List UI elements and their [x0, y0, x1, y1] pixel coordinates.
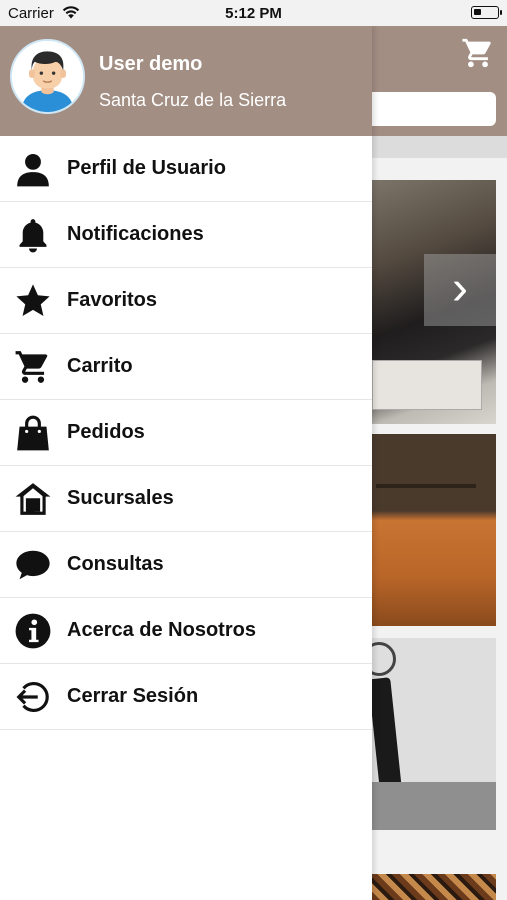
battery-icon [471, 6, 502, 19]
menu-item-cerrar-sesion[interactable]: Cerrar Sesión [0, 664, 372, 730]
store-house-icon [13, 479, 53, 519]
menu-item-label: Perfil de Usuario [67, 157, 226, 179]
menu-item-label: Cerrar Sesión [67, 685, 199, 707]
star-icon [13, 281, 53, 321]
status-bar: Carrier 5:12 PM [0, 0, 507, 26]
shopping-bag-icon [13, 413, 53, 453]
bell-icon [13, 215, 53, 255]
product-image[interactable]: › [372, 180, 496, 424]
user-city: Santa Cruz de la Sierra [99, 90, 287, 110]
menu-item-label: Sucursales [67, 487, 174, 509]
clock-time: 5:12 PM [225, 5, 282, 22]
avatar-person-icon [12, 41, 83, 112]
menu-item-label: Carrito [67, 355, 133, 377]
chat-bubble-icon [13, 545, 53, 585]
product-image[interactable] [372, 874, 496, 900]
section-divider [372, 136, 507, 158]
menu-item-label: Acerca de Nosotros [67, 619, 256, 641]
navigation-drawer: User demo Santa Cruz de la Sierra Perfil… [0, 26, 372, 900]
menu-item-label: Pedidos [67, 421, 145, 443]
background-header [372, 26, 507, 136]
menu-item-carrito[interactable]: Carrito [0, 334, 372, 400]
drawer-menu: Perfil de Usuario Notificaciones Favorit… [0, 136, 372, 730]
menu-item-favoritos[interactable]: Favoritos [0, 268, 372, 334]
drawer-header: User demo Santa Cruz de la Sierra [0, 26, 372, 136]
menu-item-notificaciones[interactable]: Notificaciones [0, 202, 372, 268]
menu-item-perfil[interactable]: Perfil de Usuario [0, 136, 372, 202]
info-icon [13, 611, 53, 651]
cart-icon[interactable] [461, 36, 495, 70]
menu-item-acerca[interactable]: Acerca de Nosotros [0, 598, 372, 664]
avatar[interactable] [10, 39, 85, 114]
user-name: User demo [99, 53, 203, 75]
search-input[interactable] [372, 92, 496, 126]
product-image[interactable] [372, 434, 496, 626]
menu-item-pedidos[interactable]: Pedidos [0, 400, 372, 466]
cart-icon [13, 347, 53, 387]
menu-item-label: Notificaciones [67, 223, 204, 245]
menu-item-sucursales[interactable]: Sucursales [0, 466, 372, 532]
user-icon [13, 149, 53, 189]
chevron-right-icon[interactable]: › [424, 254, 496, 326]
background-app-content: › [372, 26, 507, 900]
logout-icon [13, 677, 53, 717]
menu-item-consultas[interactable]: Consultas [0, 532, 372, 598]
product-image[interactable] [372, 638, 496, 830]
menu-item-label: Consultas [67, 553, 164, 575]
menu-item-label: Favoritos [67, 289, 158, 311]
